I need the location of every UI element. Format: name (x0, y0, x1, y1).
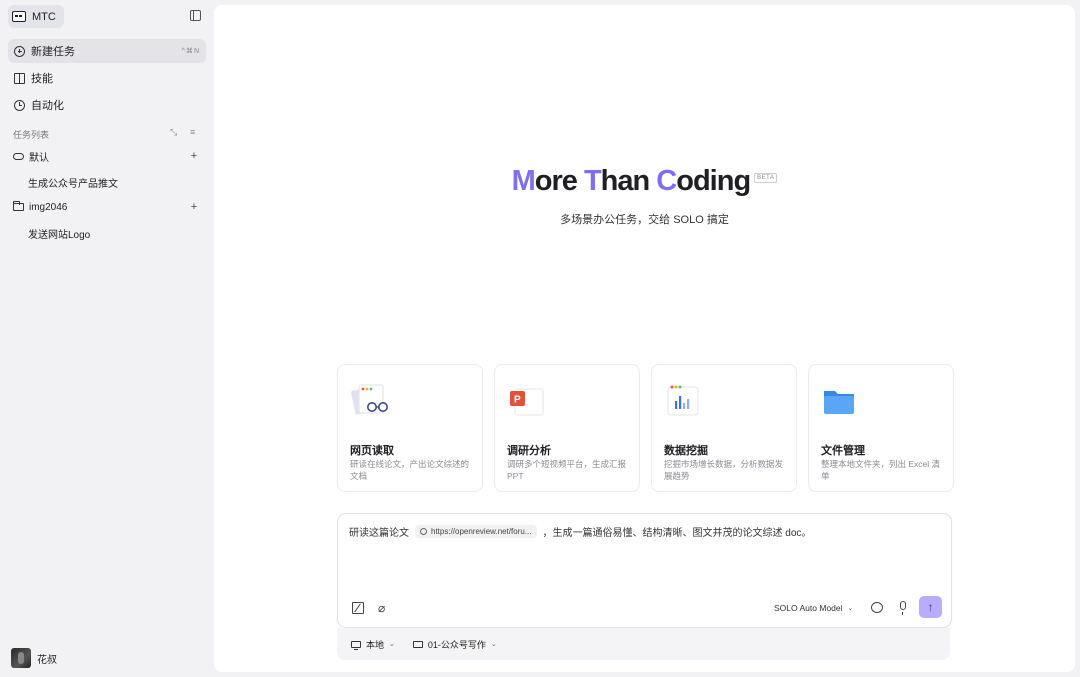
add-task-button[interactable]: + (188, 150, 200, 162)
user-name: 花叔 (37, 654, 57, 666)
link-url: https://openreview.net/foru... (431, 527, 532, 536)
folder-icon (12, 201, 24, 211)
monitor-icon (351, 640, 361, 650)
user-profile[interactable]: 花叔 (11, 648, 57, 668)
group-default[interactable]: 默认 + (8, 146, 206, 166)
presentation-icon: P (510, 388, 544, 416)
nav-skills[interactable]: 技能 (8, 66, 206, 90)
command-icon[interactable] (352, 602, 364, 614)
link-chip[interactable]: https://openreview.net/foru... (415, 525, 537, 538)
terminal-icon (12, 11, 26, 22)
globe-icon (420, 528, 427, 535)
model-name: SOLO Auto Model (774, 603, 843, 613)
task-list-tools: ⤡ ≡ (170, 128, 200, 137)
chevron-down-icon: ⌄ (389, 641, 395, 648)
shortcut-hint: ^⌘N (181, 48, 200, 55)
nav-label: 自动化 (31, 100, 64, 112)
card-research-analysis[interactable]: P 调研分析 调研多个短视频平台，生成汇报 PPT (494, 364, 640, 492)
hero-title: More Than Coding BETA (214, 165, 1075, 198)
glasses-document-icon (351, 384, 388, 415)
hero-subtitle: 多场景办公任务，交给 SOLO 搞定 (560, 214, 729, 226)
location-selector[interactable]: 本地 ⌄ (351, 638, 395, 651)
plus-circle-icon (14, 45, 25, 57)
cloud-icon (13, 152, 24, 160)
toggle-sidebar-icon[interactable] (190, 10, 201, 21)
task-list-title: 任务列表 (13, 130, 50, 140)
nav-automation[interactable]: 自动化 (8, 93, 206, 117)
chevron-down-icon: ⌄ (847, 605, 854, 612)
folder-icon (824, 391, 854, 414)
task-item[interactable]: 生成公众号产品推文 (28, 175, 118, 190)
folder-selector[interactable]: 01-公众号写作 ⌄ (412, 638, 497, 651)
model-selector[interactable]: SOLO Auto Model ⌄ (774, 603, 853, 613)
folder-label: 01-公众号写作 (427, 639, 486, 650)
hero-title-part: ore (534, 165, 584, 197)
card-title: 调研分析 (507, 445, 551, 457)
hero-title-part: M (511, 165, 536, 197)
sidebar: MTC 新建任务 ^⌘N 技能 自动化 任务列表 ⤡ ≡ 默认 + 生成公众号产… (0, 0, 214, 677)
group-label: 默认 (29, 152, 49, 164)
scenario-cards: 网页读取 研读在线论文，产出论文综述的文档 P 调研分析 调研多个短视频平台，生… (337, 364, 954, 492)
prompt-input[interactable]: 研读这篇论文 https://openreview.net/foru... ，生… (349, 524, 811, 539)
collapse-icon[interactable]: ⤡ (170, 128, 180, 137)
send-button[interactable]: ↑ (919, 596, 942, 618)
hero-title-part: oding (676, 165, 751, 197)
nav-label: 技能 (31, 73, 53, 85)
workspace-bar: 本地 ⌄ 01-公众号写作 ⌄ (337, 628, 950, 660)
book-icon (14, 72, 25, 84)
card-title: 网页读取 (350, 445, 394, 457)
filter-icon[interactable]: ≡ (190, 128, 200, 137)
hero-title-part: C (656, 165, 677, 197)
card-file-management[interactable]: 文件管理 整理本地文件夹，列出 Excel 清单 (808, 364, 954, 492)
hero-title-part: han (600, 165, 657, 197)
card-description: 研读在线论文，产出论文综述的文档 (350, 459, 470, 481)
workspace-brand-button[interactable]: MTC (8, 5, 64, 28)
folder-icon (412, 640, 423, 648)
card-description: 调研多个短视频平台，生成汇报 PPT (507, 459, 627, 481)
card-data-mining[interactable]: 数据挖掘 挖掘市场增长数据，分析数据发展趋势 (651, 364, 797, 492)
paperclip-icon[interactable]: ⌀ (378, 602, 390, 614)
svg-text:P: P (514, 395, 521, 406)
prompt-composer[interactable]: 研读这篇论文 https://openreview.net/foru... ，生… (337, 513, 952, 628)
clock-icon (14, 99, 25, 111)
bar-chart-icon (667, 385, 699, 416)
beta-badge: BETA (754, 173, 778, 183)
card-description: 挖掘市场增长数据，分析数据发展趋势 (664, 459, 784, 481)
prompt-text-suffix: ，生成一篇通俗易懂、结构清晰、图文并茂的论文综述 doc。 (542, 528, 812, 539)
microphone-icon[interactable] (900, 601, 906, 615)
group-label: img2046 (29, 201, 68, 213)
card-web-reading[interactable]: 网页读取 研读在线论文，产出论文综述的文档 (337, 364, 483, 492)
task-item[interactable]: 发送网站Logo (28, 226, 90, 241)
group-img2046[interactable]: img2046 + (8, 197, 206, 217)
chat-icon[interactable] (871, 602, 883, 613)
card-title: 文件管理 (821, 445, 865, 457)
main-panel: More Than Coding BETA 多场景办公任务，交给 SOLO 搞定 … (214, 5, 1075, 672)
add-task-button[interactable]: + (188, 201, 200, 213)
nav-new-task[interactable]: 新建任务 ^⌘N (8, 39, 206, 63)
nav-label: 新建任务 (31, 46, 75, 58)
brand-name: MTC (32, 10, 56, 23)
card-title: 数据挖掘 (664, 445, 708, 457)
prompt-text-prefix: 研读这篇论文 (349, 528, 409, 539)
location-label: 本地 (366, 639, 385, 650)
avatar (11, 648, 31, 668)
card-description: 整理本地文件夹，列出 Excel 清单 (821, 459, 941, 481)
chevron-down-icon: ⌄ (490, 641, 497, 648)
hero-title-part: T (583, 165, 602, 197)
